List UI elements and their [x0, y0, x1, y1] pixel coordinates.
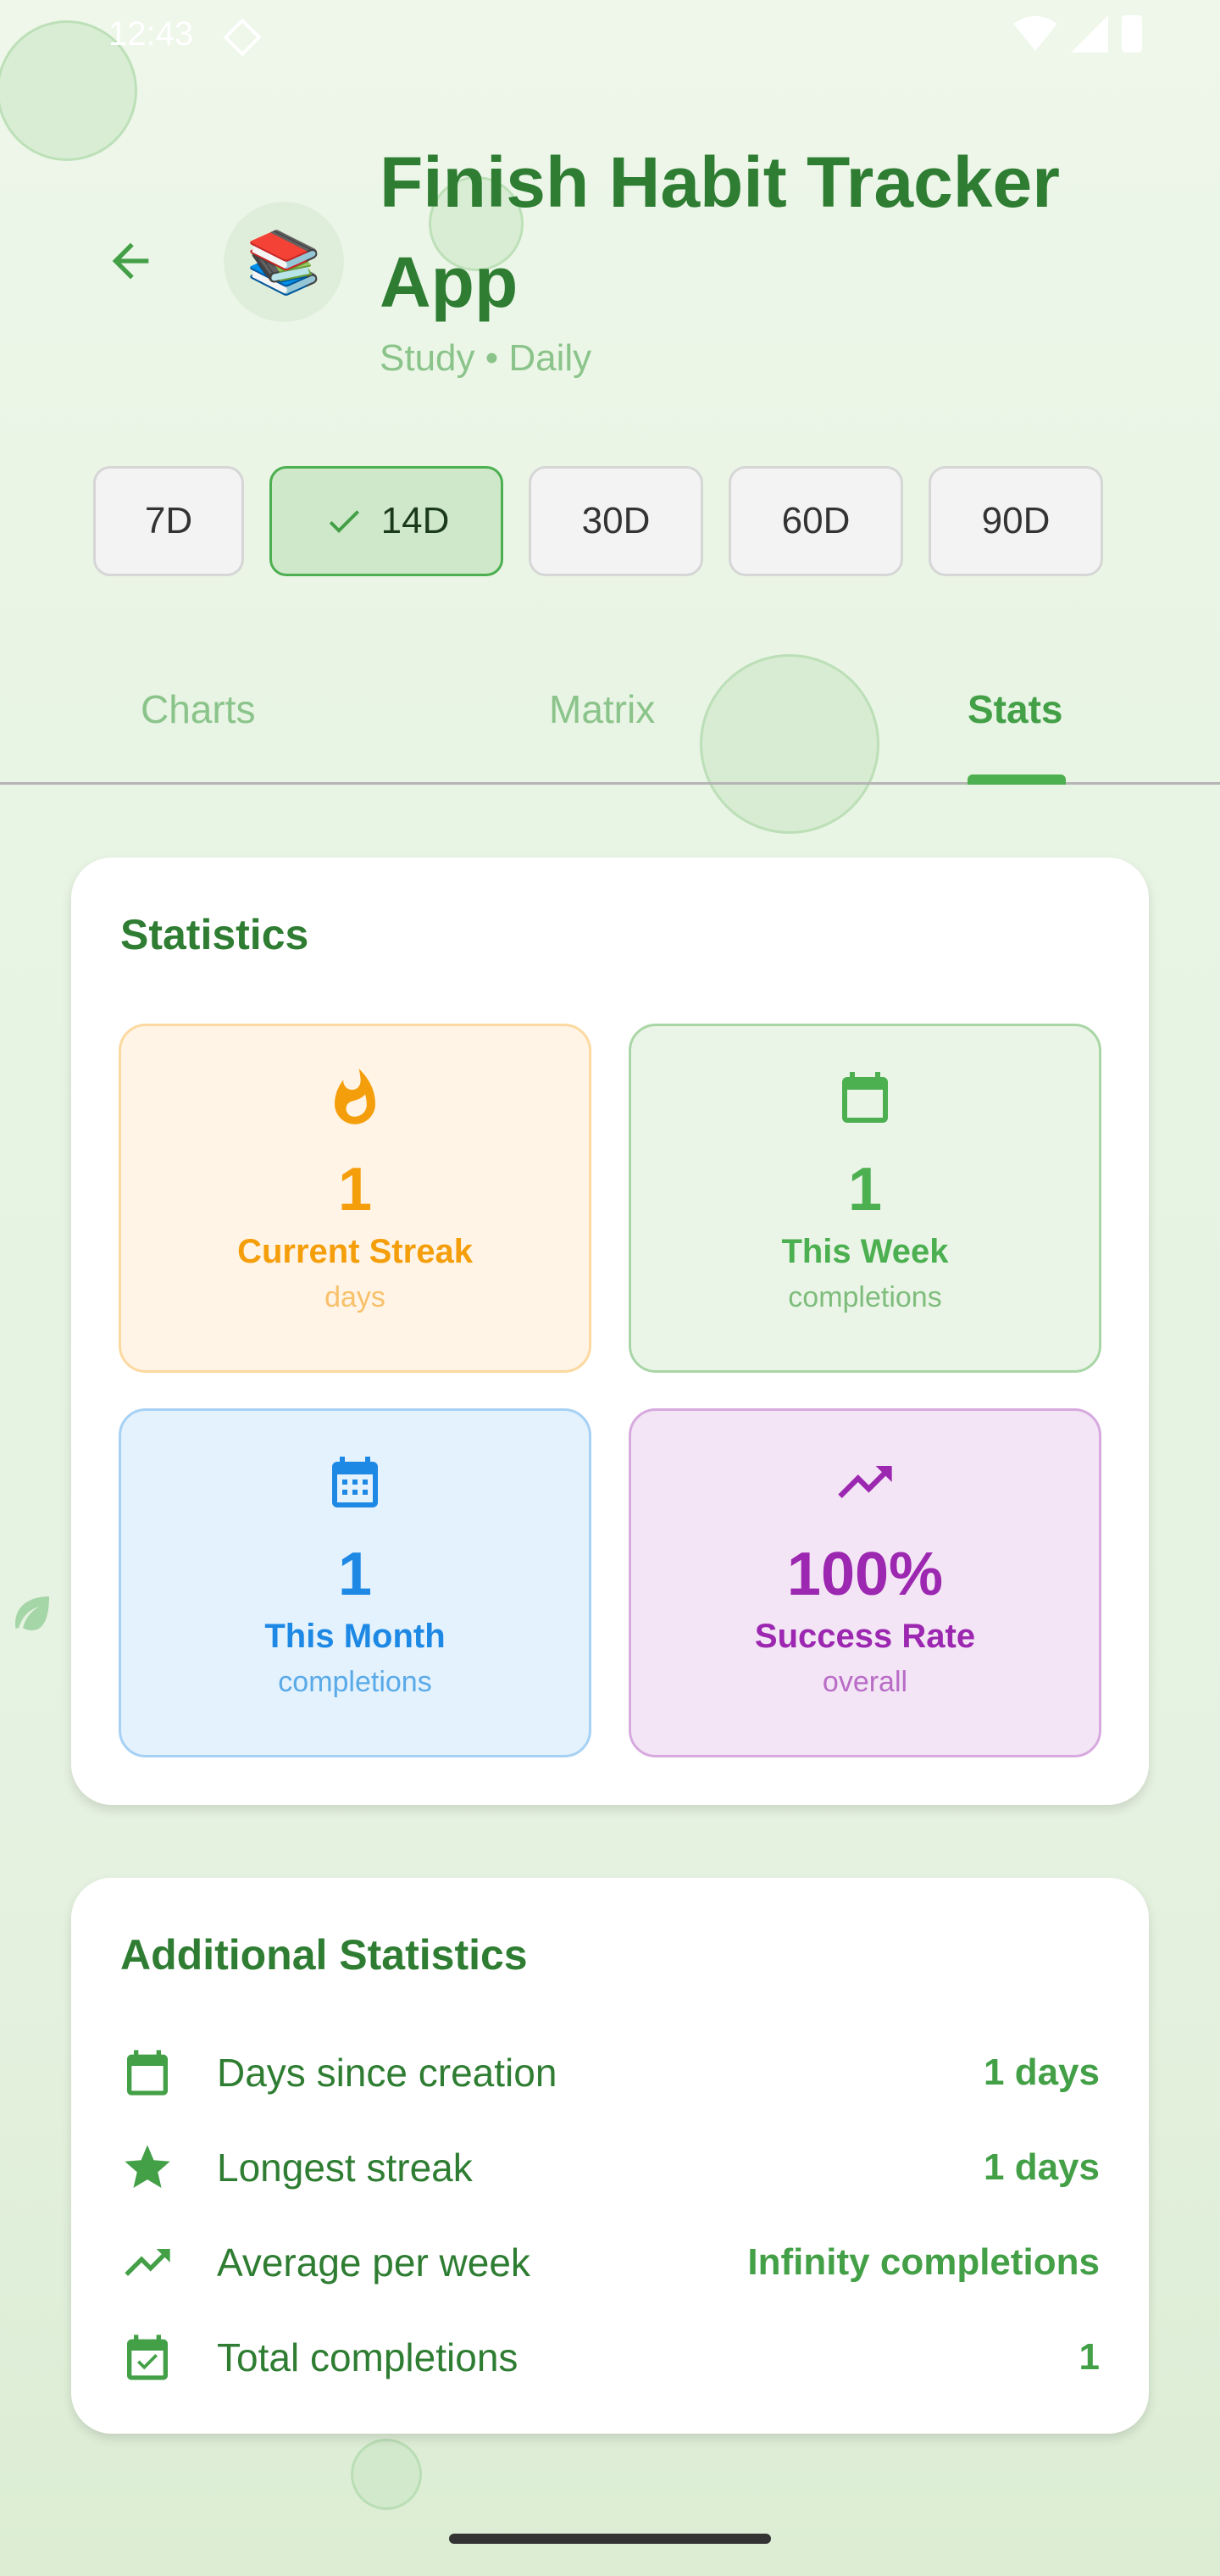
row-label: Longest streak: [217, 2146, 473, 2190]
range-chip-14d[interactable]: 14D: [269, 466, 503, 576]
back-button[interactable]: [92, 222, 169, 300]
row-label: Days since creation: [217, 2051, 557, 2095]
range-chip-label: 60D: [781, 500, 851, 541]
stat-label: This Month: [264, 1618, 446, 1655]
stat-sub: days: [324, 1281, 385, 1313]
additional-statistics-title: Additional Statistics: [120, 1931, 528, 1979]
row-label: Total completions: [217, 2335, 518, 2379]
range-chip-30d[interactable]: 30D: [529, 466, 703, 576]
battery-icon: [1122, 15, 1142, 53]
calendar-month-icon: [323, 1450, 387, 1514]
range-chip-label: 90D: [981, 500, 1051, 541]
tab-indicator: [968, 774, 1066, 785]
notification-icon: [223, 18, 262, 57]
stat-label: Success Rate: [754, 1618, 976, 1655]
stat-current-streak: 1 Current Streak days: [119, 1024, 591, 1373]
status-time: 12:43: [108, 15, 194, 53]
stat-success-rate: 100% Success Rate overall: [629, 1408, 1101, 1757]
stat-value: 1: [847, 1156, 883, 1224]
stat-row-longest-streak: Longest streak 1 days: [120, 2134, 1100, 2201]
stat-sub: overall: [822, 1666, 908, 1698]
tab-bar: Charts Matrix Stats: [0, 661, 1220, 785]
row-value: Infinity completions: [747, 2241, 1100, 2283]
range-chip-label: 14D: [380, 500, 450, 541]
stat-this-month: 1 This Month completions: [119, 1408, 591, 1757]
statistics-title: Statistics: [120, 911, 309, 958]
home-indicator[interactable]: [449, 2534, 771, 2544]
tab-stats[interactable]: Stats: [968, 686, 1062, 732]
status-icons: [1013, 15, 1142, 53]
star-icon: [120, 2140, 175, 2195]
range-chip-90d[interactable]: 90D: [929, 466, 1103, 576]
calendar-icon: [120, 2046, 175, 2100]
leaf-icon: [15, 1596, 49, 1630]
stat-value: 1: [337, 1156, 373, 1224]
range-chip-label: 7D: [144, 500, 193, 541]
additional-statistics-card: Additional Statistics Days since creatio…: [71, 1878, 1149, 2434]
decorative-bubble: [351, 2439, 422, 2510]
page-title: Finish Habit Tracker App: [380, 142, 1060, 322]
stat-row-total-completions: Total completions 1: [120, 2323, 1100, 2391]
signal-icon: [1071, 15, 1108, 53]
calendar-icon: [833, 1065, 897, 1130]
row-value: 1 days: [984, 2146, 1100, 2188]
stat-row-average-per-week: Average per week Infinity completions: [120, 2229, 1100, 2296]
stat-sub: completions: [278, 1666, 432, 1698]
tab-matrix[interactable]: Matrix: [549, 686, 655, 732]
range-chip-7d[interactable]: 7D: [93, 466, 244, 576]
stat-row-days-since-creation: Days since creation 1 days: [120, 2039, 1100, 2107]
check-icon: [329, 510, 359, 533]
row-value: 1: [1079, 2336, 1100, 2378]
range-chip-label: 30D: [581, 500, 651, 541]
row-label: Average per week: [217, 2240, 530, 2285]
row-value: 1 days: [984, 2051, 1100, 2093]
range-chip-60d[interactable]: 60D: [729, 466, 903, 576]
trending-up-icon: [833, 1450, 897, 1514]
fire-icon: [323, 1065, 387, 1130]
status-bar: 12:43: [0, 0, 1220, 71]
wifi-icon: [1013, 16, 1057, 51]
stat-label: Current Streak: [237, 1233, 473, 1270]
books-icon: 📚: [246, 228, 322, 297]
stat-label: This Week: [781, 1233, 949, 1270]
arrow-back-icon: [112, 242, 149, 280]
page-subtitle: Study • Daily: [380, 337, 592, 379]
stat-value: 100%: [786, 1541, 944, 1608]
calendar-check-icon: [120, 2330, 175, 2384]
tab-charts[interactable]: Charts: [141, 686, 255, 732]
range-selector: 7D 14D 30D 60D 90D: [93, 466, 1103, 576]
stat-value: 1: [337, 1541, 373, 1608]
statistics-card: Statistics 1 Current Streak days 1 This …: [71, 858, 1149, 1805]
stat-sub: completions: [788, 1281, 942, 1313]
trending-up-icon: [120, 2235, 175, 2290]
stat-this-week: 1 This Week completions: [629, 1024, 1101, 1373]
habit-avatar: 📚: [224, 202, 344, 322]
